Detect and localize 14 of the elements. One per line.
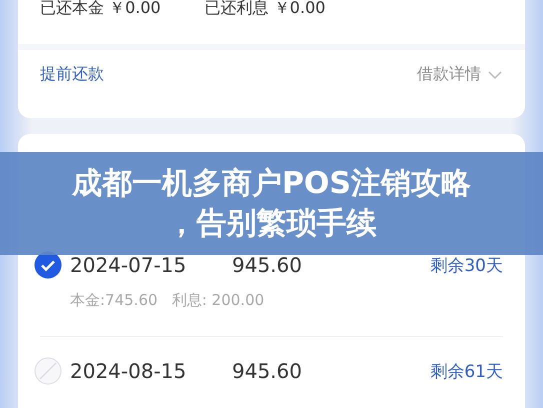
days-remaining: 剩余61天 bbox=[430, 360, 503, 382]
breakdown-text: 本金:745.60 利息: 200.00 bbox=[70, 291, 266, 310]
repaid-interest: 已还利息 ￥0.00 bbox=[204, 0, 326, 19]
prepay-link[interactable]: 提前还款 bbox=[40, 64, 104, 85]
banner-title: ，告别繁琐手续 bbox=[166, 204, 376, 242]
amount: 945.60 bbox=[232, 253, 303, 277]
banner-title: 成都一机多商户POS注销攻略 bbox=[72, 164, 472, 202]
loan-details-link[interactable]: 借款详情 bbox=[417, 64, 481, 85]
repaid-principal: 已还本金 ￥0.00 bbox=[40, 0, 161, 19]
days-remaining: 剩余30天 bbox=[430, 254, 503, 276]
amount: 945.60 bbox=[232, 359, 303, 383]
chevron-down-icon[interactable] bbox=[487, 70, 503, 80]
due-date: 2024-07-15 bbox=[70, 253, 188, 277]
due-date: 2024-08-15 bbox=[70, 359, 188, 383]
